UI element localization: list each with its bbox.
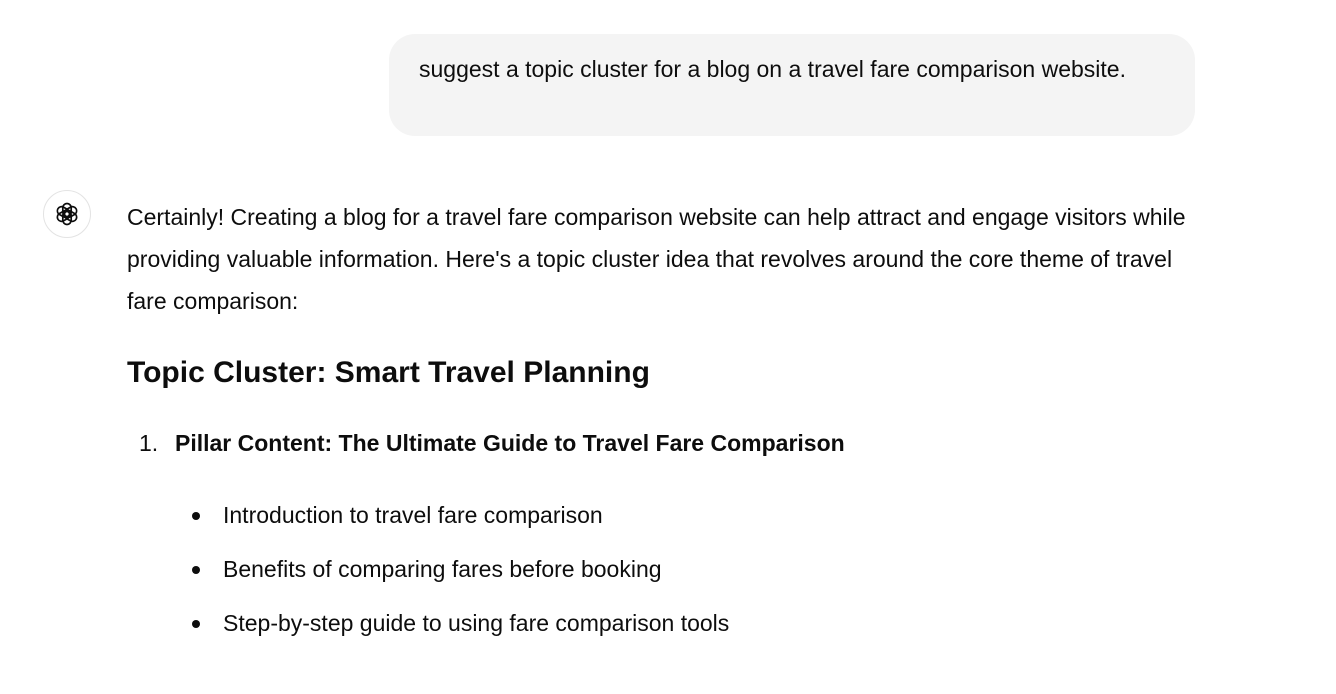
user-message-bubble: suggest a topic cluster for a blog on a …	[389, 34, 1195, 136]
list-item: Benefits of comparing fares before booki…	[127, 553, 1217, 585]
bullet-text: Benefits of comparing fares before booki…	[223, 556, 662, 582]
assistant-avatar	[43, 190, 91, 238]
user-message-text: suggest a topic cluster for a blog on a …	[419, 56, 1126, 82]
assistant-response: Certainly! Creating a blog for a travel …	[127, 196, 1217, 661]
list-item: Step-by-step guide to using fare compari…	[127, 607, 1217, 639]
list-item: Introduction to travel fare comparison	[127, 499, 1217, 531]
bullet-text: Introduction to travel fare comparison	[223, 502, 603, 528]
chat-page: suggest a topic cluster for a blog on a …	[0, 0, 1336, 694]
list-item-title: Pillar Content: The Ultimate Guide to Tr…	[175, 430, 845, 456]
response-intro: Certainly! Creating a blog for a travel …	[127, 204, 1186, 314]
list-item-number: 1.	[139, 430, 159, 456]
response-heading: Topic Cluster: Smart Travel Planning	[127, 356, 650, 389]
bullet-text: Step-by-step guide to using fare compari…	[223, 610, 730, 636]
bullet-icon	[192, 620, 200, 628]
bullet-icon	[192, 566, 200, 574]
bullet-icon	[192, 512, 200, 520]
bullet-list: Introduction to travel fare comparison B…	[127, 499, 1217, 639]
openai-logo-icon	[56, 202, 78, 226]
ordered-list-item: 1. Pillar Content: The Ultimate Guide to…	[127, 427, 1217, 459]
